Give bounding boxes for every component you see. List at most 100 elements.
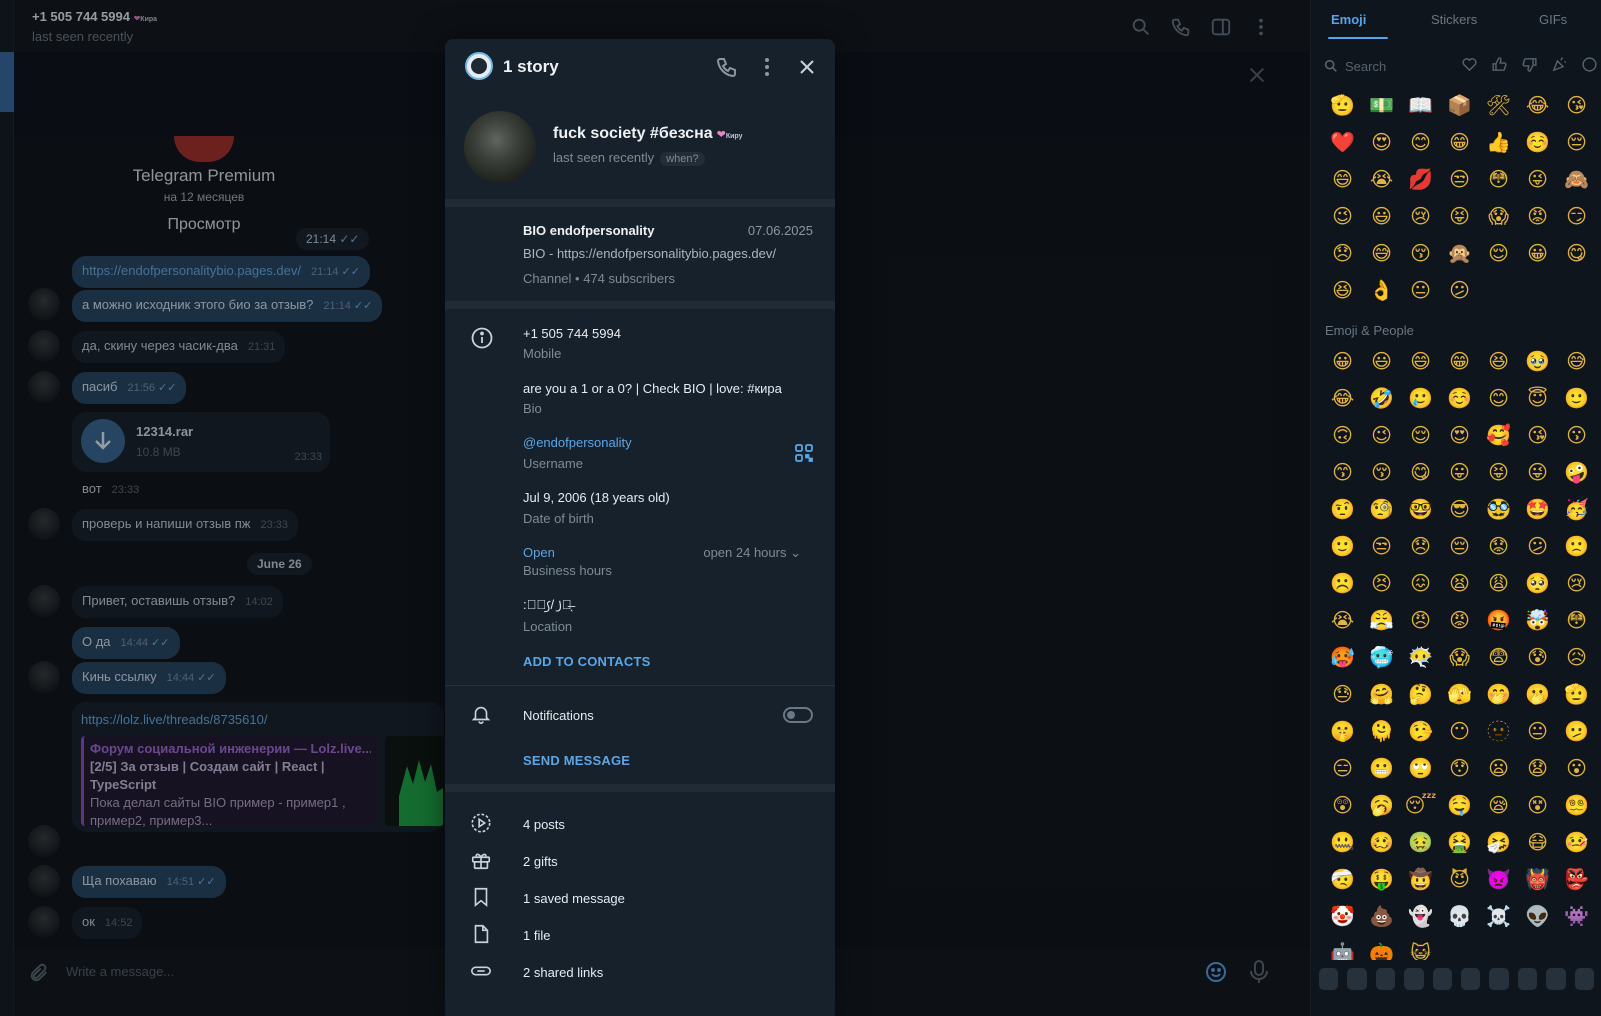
emoji-item[interactable]: 🫡: [1323, 88, 1362, 125]
emoji-item[interactable]: 😁: [1440, 125, 1479, 162]
emoji-item[interactable]: ☺️: [1518, 125, 1557, 162]
emoji-item[interactable]: 😣: [1362, 566, 1401, 603]
emoji-item[interactable]: 🤧: [1479, 825, 1518, 862]
emoji-item[interactable]: 😆: [1323, 273, 1362, 310]
sticker-set-icon[interactable]: [1461, 968, 1481, 990]
emoji-item[interactable]: 🙄: [1401, 751, 1440, 788]
emoji-item[interactable]: 😵‍💫: [1557, 788, 1596, 825]
emoji-item[interactable]: 😗: [1557, 418, 1596, 455]
emoji-item[interactable]: 😄: [1401, 344, 1440, 381]
emoji-item[interactable]: 😛: [1440, 455, 1479, 492]
sticker-set-icon[interactable]: [1432, 968, 1453, 990]
emoji-item[interactable]: 🤓: [1401, 492, 1440, 529]
emoji-item[interactable]: 😐: [1401, 273, 1440, 310]
emoji-item[interactable]: 😞: [1401, 529, 1440, 566]
heart-category-icon[interactable]: [1461, 56, 1478, 73]
emoji-item[interactable]: 🤪: [1557, 455, 1596, 492]
emoji-item[interactable]: 😆: [1479, 344, 1518, 381]
emoji-item[interactable]: 🥹: [1518, 344, 1557, 381]
sticker-set-icon[interactable]: [1375, 968, 1396, 990]
emoji-item[interactable]: 😂: [1323, 381, 1362, 418]
emoji-item[interactable]: 📖: [1401, 88, 1440, 125]
emoji-item[interactable]: 😇: [1518, 381, 1557, 418]
emoji-item[interactable]: 😃: [1362, 199, 1401, 236]
emoji-item[interactable]: 😜: [1518, 162, 1557, 199]
emoji-item[interactable]: 🛠: [1479, 88, 1518, 125]
emoji-item[interactable]: 😐: [1518, 714, 1557, 751]
sticker-set-icon[interactable]: [1489, 968, 1509, 990]
emoji-item[interactable]: 👽: [1518, 899, 1557, 936]
tab-emoji[interactable]: Emoji: [1331, 12, 1366, 27]
emoji-item[interactable]: 😊: [1401, 125, 1440, 162]
emoji-item[interactable]: 😧: [1518, 751, 1557, 788]
emoji-item[interactable]: 😒: [1440, 162, 1479, 199]
emoji-set-icon[interactable]: [1347, 968, 1367, 990]
tab-gifs[interactable]: GIFs: [1539, 12, 1567, 27]
emoji-item[interactable]: 🥶: [1362, 640, 1401, 677]
emoji-item[interactable]: 😶: [1440, 714, 1479, 751]
thumbs-down-category-icon[interactable]: [1521, 56, 1538, 73]
profile-avatar[interactable]: [464, 111, 536, 183]
emoji-item[interactable]: 🤐: [1323, 825, 1362, 862]
emoji-item[interactable]: 🫡: [1557, 677, 1596, 714]
phone-number[interactable]: +1 505 744 5994: [523, 326, 621, 341]
add-to-contacts-button[interactable]: ADD TO CONTACTS: [523, 654, 650, 669]
emoji-item[interactable]: 😞: [1323, 236, 1362, 273]
tab-stickers[interactable]: Stickers: [1431, 12, 1477, 27]
emoji-item[interactable]: 🥰: [1479, 418, 1518, 455]
more-vertical-icon[interactable]: [755, 55, 779, 79]
emoji-item[interactable]: 🫣: [1440, 677, 1479, 714]
emoji-item[interactable]: 🫢: [1518, 677, 1557, 714]
emoji-item[interactable]: 😖: [1401, 566, 1440, 603]
username-link[interactable]: @endofpersonality: [523, 435, 632, 450]
emoji-item[interactable]: 🎃: [1362, 936, 1401, 960]
emoji-item[interactable]: 🥳: [1557, 492, 1596, 529]
emoji-item[interactable]: 😶‍🌫️: [1401, 640, 1440, 677]
emoji-item[interactable]: 🥱: [1362, 788, 1401, 825]
emoji-item[interactable]: 😪: [1479, 788, 1518, 825]
emoji-item[interactable]: 🙈: [1557, 162, 1596, 199]
emoji-item[interactable]: 😓: [1323, 677, 1362, 714]
recent-set-icon[interactable]: [1319, 968, 1339, 990]
emoji-item[interactable]: 🤑: [1362, 862, 1401, 899]
emoji-item[interactable]: 😔: [1440, 529, 1479, 566]
emoji-item[interactable]: 😅: [1557, 344, 1596, 381]
phone-icon[interactable]: [715, 55, 739, 79]
emoji-item[interactable]: 😭: [1323, 603, 1362, 640]
gifts-count[interactable]: 2 gifts: [523, 854, 558, 869]
emoji-item[interactable]: 😂: [1518, 88, 1557, 125]
emoji-item[interactable]: 😘: [1518, 418, 1557, 455]
emoji-item[interactable]: 😍: [1440, 418, 1479, 455]
emoji-item[interactable]: 🤕: [1323, 862, 1362, 899]
emoji-item[interactable]: 😭: [1362, 162, 1401, 199]
emoji-item[interactable]: 😵: [1518, 788, 1557, 825]
emoji-item[interactable]: 😢: [1557, 566, 1596, 603]
emoji-item[interactable]: 👿: [1479, 862, 1518, 899]
emoji-item[interactable]: 💀: [1440, 899, 1479, 936]
emoji-item[interactable]: 😏: [1557, 199, 1596, 236]
emoji-item[interactable]: 😰: [1518, 640, 1557, 677]
emoji-item[interactable]: ☹️: [1323, 566, 1362, 603]
emoji-item[interactable]: 😌: [1401, 418, 1440, 455]
emoji-item[interactable]: 😷: [1518, 825, 1557, 862]
emoji-item[interactable]: 🙁: [1557, 529, 1596, 566]
emoji-item[interactable]: 🤭: [1479, 677, 1518, 714]
emoji-item[interactable]: 🤗: [1362, 677, 1401, 714]
emoji-search-input[interactable]: Search: [1345, 59, 1386, 74]
emoji-item[interactable]: 😀: [1323, 344, 1362, 381]
emoji-item[interactable]: 🤩: [1518, 492, 1557, 529]
emoji-item[interactable]: 🥺: [1518, 566, 1557, 603]
emoji-item[interactable]: 😫: [1440, 566, 1479, 603]
emoji-item[interactable]: 🥴: [1362, 825, 1401, 862]
emoji-item[interactable]: 🤔: [1401, 677, 1440, 714]
personal-channel[interactable]: BIO endofpersonality 07.06.2025 BIO - ht…: [445, 207, 835, 303]
sticker-set-icon[interactable]: [1574, 968, 1595, 990]
emoji-item[interactable]: 😀: [1518, 236, 1557, 273]
emoji-item[interactable]: ☺️: [1440, 381, 1479, 418]
emoji-item[interactable]: 😺: [1401, 936, 1440, 960]
emoji-item[interactable]: 🙊: [1440, 236, 1479, 273]
emoji-item[interactable]: 😡: [1440, 603, 1479, 640]
emoji-item[interactable]: 🙂: [1557, 381, 1596, 418]
emoji-item[interactable]: 💵: [1362, 88, 1401, 125]
emoji-item[interactable]: 😳: [1557, 603, 1596, 640]
